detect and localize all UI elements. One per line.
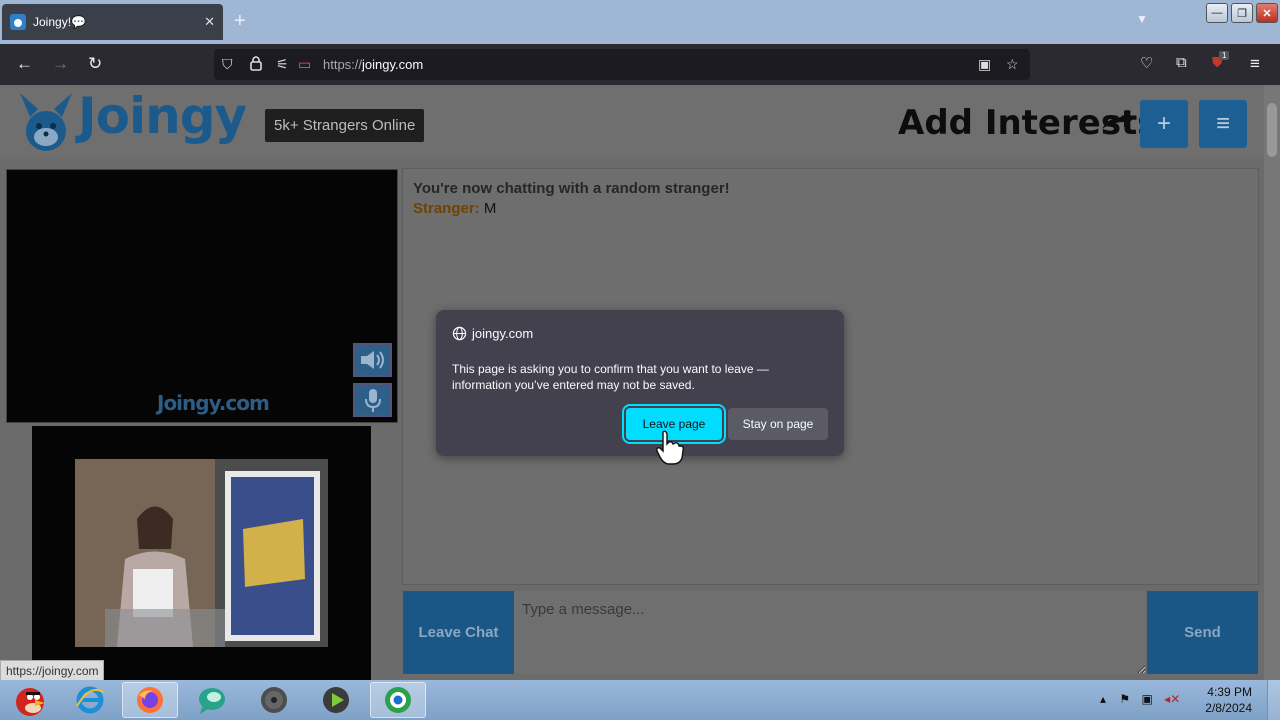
permissions-icon[interactable]: ⚟ [276, 56, 289, 73]
clock-time: 4:39 PM [1207, 685, 1252, 699]
url-host: joingy.com [362, 57, 424, 72]
forward-arrow-icon[interactable]: → [52, 54, 69, 74]
self-video-frame [75, 459, 328, 647]
microphone-button[interactable] [353, 383, 392, 417]
chat-app-taskbar-icon[interactable] [184, 682, 240, 718]
self-video [32, 426, 371, 680]
dialog-host: joingy.com [452, 326, 533, 341]
microphone-icon [364, 389, 381, 412]
pocket-icon[interactable]: ♡ [1140, 54, 1153, 72]
restore-window-button[interactable]: ❐ [1231, 3, 1253, 23]
camera-sharing-icon[interactable]: ▭ [298, 56, 311, 73]
curved-arrow-icon [1102, 111, 1133, 129]
browser-navbar: ← → ↻ ⛉ ⚟ ▭ https://joingy.com ▣ ☆ ♡ ⧉ ⛊… [0, 44, 1280, 85]
dialog-message: This page is asking you to confirm that … [452, 362, 769, 392]
url-scheme: https:// [323, 57, 363, 72]
leave-page-dialog: joingy.com This page is asking you to co… [436, 310, 844, 456]
add-interests-button[interactable]: + [1140, 100, 1188, 148]
system-message: You're now chatting with a random strang… [413, 180, 730, 197]
show-desktop-button[interactable] [1267, 680, 1280, 720]
message-sender: Stranger: [413, 200, 480, 217]
back-arrow-icon[interactable]: ← [16, 54, 33, 74]
new-tab-button[interactable]: + [234, 10, 246, 33]
volume-muted-icon[interactable]: ◂✕ [1164, 692, 1180, 706]
dialog-host-text: joingy.com [472, 326, 534, 341]
bookmark-star-icon[interactable]: ☆ [1006, 56, 1019, 73]
reader-view-icon[interactable]: ▣ [978, 56, 991, 73]
chat-message: Stranger: M [413, 200, 1248, 217]
taskbar-clock[interactable]: 4:39 PM 2/8/2024 [1196, 684, 1252, 716]
message-input[interactable] [514, 591, 1146, 674]
url-bar[interactable]: ⛉ ⚟ ▭ https://joingy.com ▣ ☆ [214, 49, 1030, 80]
browser-tab[interactable]: Joingy!💬 ✕ [2, 4, 223, 40]
show-hidden-icons-icon[interactable]: ▴ [1100, 692, 1106, 706]
presenter-video-image [75, 459, 328, 647]
site-header: Joingy 5k+ Strangers Online Add Interest… [0, 85, 1264, 159]
camera-app-taskbar-icon[interactable] [370, 682, 426, 718]
shield-icon[interactable]: ⛉ [222, 56, 233, 73]
video-watermark: Joingy.com [157, 391, 270, 415]
action-center-flag-icon[interactable]: ⚑ [1119, 692, 1130, 706]
stranger-video: Joingy.com [6, 169, 398, 423]
joingy-favicon-icon [10, 14, 26, 30]
stay-on-page-button[interactable]: Stay on page [728, 408, 828, 440]
disc-app-taskbar-icon[interactable] [246, 682, 302, 718]
globe-icon [452, 326, 467, 341]
system-tray: ▴ ⚑ ▣ ◂✕ [1100, 692, 1180, 706]
windows-taskbar: ▴ ⚑ ▣ ◂✕ 4:39 PM 2/8/2024 [0, 680, 1280, 720]
clock-date: 2/8/2024 [1205, 701, 1252, 715]
scrollbar-thumb[interactable] [1267, 103, 1277, 157]
start-button[interactable] [0, 682, 56, 718]
network-icon[interactable]: ▣ [1141, 692, 1152, 706]
site-logo-text[interactable]: Joingy [78, 87, 247, 145]
message-text: M [483, 200, 497, 217]
firefox-taskbar-icon[interactable] [122, 682, 178, 718]
close-window-button[interactable]: ✕ [1256, 3, 1278, 23]
browser-titlebar: Joingy!💬 ✕ + ▼ — ❐ ✕ [0, 0, 1280, 44]
extension-badge: 1 [1219, 51, 1230, 60]
reload-icon[interactable]: ↻ [88, 54, 102, 74]
bunny-mascot-icon [20, 93, 72, 151]
lock-icon[interactable] [250, 56, 262, 74]
extensions-icon[interactable]: ⧉ [1176, 54, 1187, 71]
list-tabs-chevron-icon[interactable]: ▼ [1136, 12, 1148, 26]
volume-button[interactable] [353, 343, 392, 377]
leave-chat-button[interactable]: Leave Chat [403, 591, 514, 674]
hand-cursor-icon [656, 430, 684, 465]
internet-explorer-taskbar-icon[interactable] [62, 682, 118, 718]
tab-close-icon[interactable]: ✕ [204, 14, 215, 30]
angry-bird-start-icon [16, 688, 45, 716]
menu-button[interactable]: ≡ [1199, 100, 1247, 148]
media-player-taskbar-icon[interactable] [308, 682, 364, 718]
minimize-window-button[interactable]: — [1206, 3, 1228, 23]
online-count-badge: 5k+ Strangers Online [265, 109, 425, 142]
status-bar-link: https://joingy.com [0, 660, 105, 682]
speaker-icon [360, 351, 384, 369]
app-menu-icon[interactable]: ≡ [1250, 54, 1260, 74]
send-button[interactable]: Send [1147, 591, 1258, 674]
tab-title: Joingy!💬 [33, 15, 86, 29]
page-scrollbar[interactable] [1264, 85, 1280, 680]
url-text[interactable]: https://joingy.com [323, 57, 423, 72]
